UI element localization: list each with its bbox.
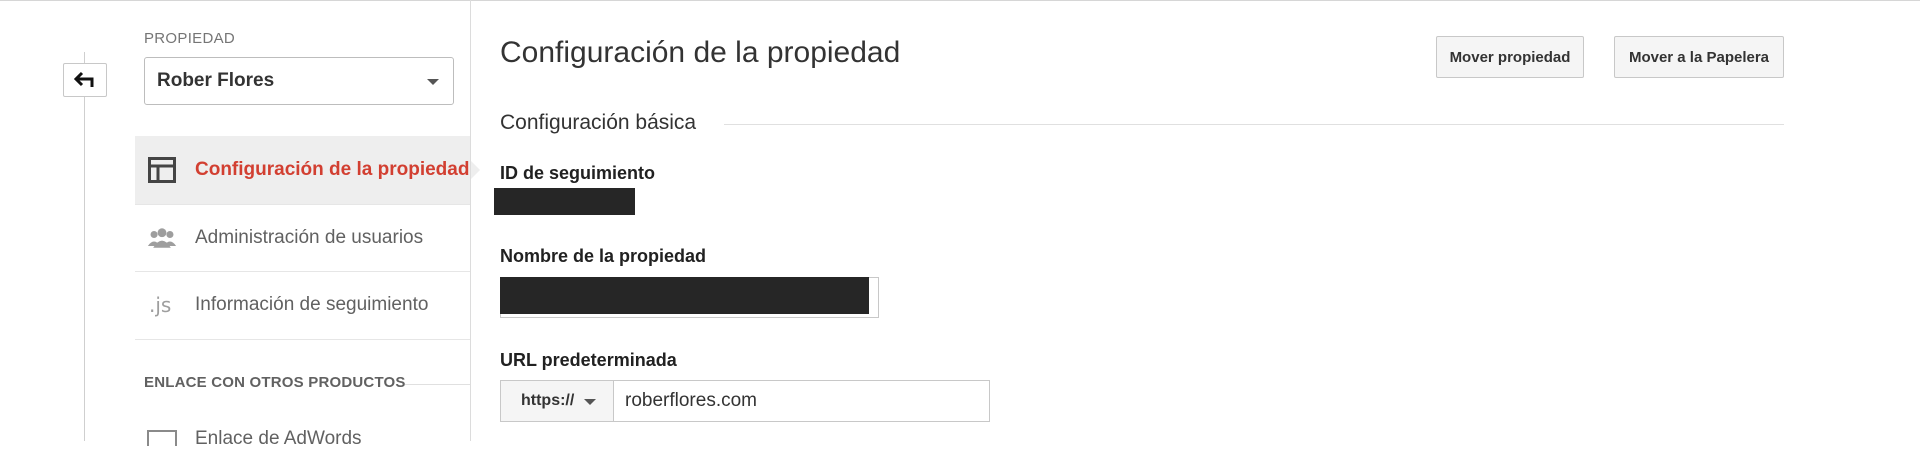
adwords-icon bbox=[147, 430, 177, 446]
back-arrow-icon bbox=[74, 71, 94, 87]
sidebar-item-label: Enlace de AdWords bbox=[195, 428, 362, 449]
dropdown-caret-icon bbox=[427, 79, 439, 85]
back-column-line bbox=[84, 52, 85, 441]
default-url-input[interactable]: roberflores.com bbox=[614, 380, 990, 422]
sidebar-item-label: Información de seguimiento bbox=[195, 294, 429, 315]
default-url-label: URL predeterminada bbox=[500, 350, 677, 370]
top-divider bbox=[0, 0, 1920, 1]
linked-products-section-title: ENLACE CON OTROS PRODUCTOS bbox=[144, 374, 406, 391]
page-title: Configuración de la propiedad bbox=[500, 36, 901, 69]
svg-text:.js: .js bbox=[149, 293, 171, 317]
property-name-label: Nombre de la propiedad bbox=[500, 246, 707, 266]
chevron-down-icon bbox=[584, 399, 596, 405]
property-selector[interactable]: Rober Flores bbox=[144, 57, 454, 105]
tracking-id-label: ID de seguimiento bbox=[500, 163, 656, 183]
sidebar-item-label: Configuración de la propiedad bbox=[195, 159, 470, 180]
basic-settings-heading: Configuración básica bbox=[500, 111, 697, 134]
property-name-redacted bbox=[500, 277, 869, 314]
default-url-group: https:// roberflores.com bbox=[500, 380, 990, 422]
property-selected-value: Rober Flores bbox=[157, 70, 275, 91]
sidebar-border bbox=[470, 0, 471, 441]
layout-icon bbox=[147, 156, 177, 184]
sidebar-item-tracking-info[interactable]: .js Información de seguimiento bbox=[135, 271, 470, 339]
sidebar-divider bbox=[135, 339, 470, 340]
sidebar-item-adwords-link[interactable]: Enlace de AdWords bbox=[135, 420, 470, 450]
move-property-button[interactable]: Mover propiedad bbox=[1436, 36, 1584, 78]
protocol-selector[interactable]: https:// bbox=[500, 380, 614, 422]
move-to-trash-button[interactable]: Mover a la Papelera bbox=[1614, 36, 1784, 78]
users-icon bbox=[147, 224, 177, 252]
protocol-value: https:// bbox=[521, 392, 575, 409]
section-divider bbox=[405, 384, 470, 385]
tracking-id-redacted bbox=[494, 188, 635, 215]
sidebar-item-label: Administración de usuarios bbox=[195, 227, 424, 248]
active-item-pointer bbox=[470, 160, 480, 180]
section-divider bbox=[724, 124, 1784, 125]
js-icon: .js bbox=[147, 291, 177, 319]
sidebar-item-user-management[interactable]: Administración de usuarios bbox=[135, 204, 470, 272]
sidebar-item-property-settings[interactable]: Configuración de la propiedad bbox=[135, 136, 470, 204]
back-button[interactable] bbox=[63, 63, 107, 97]
url-value: roberflores.com bbox=[625, 390, 757, 411]
property-label: PROPIEDAD bbox=[144, 30, 236, 47]
